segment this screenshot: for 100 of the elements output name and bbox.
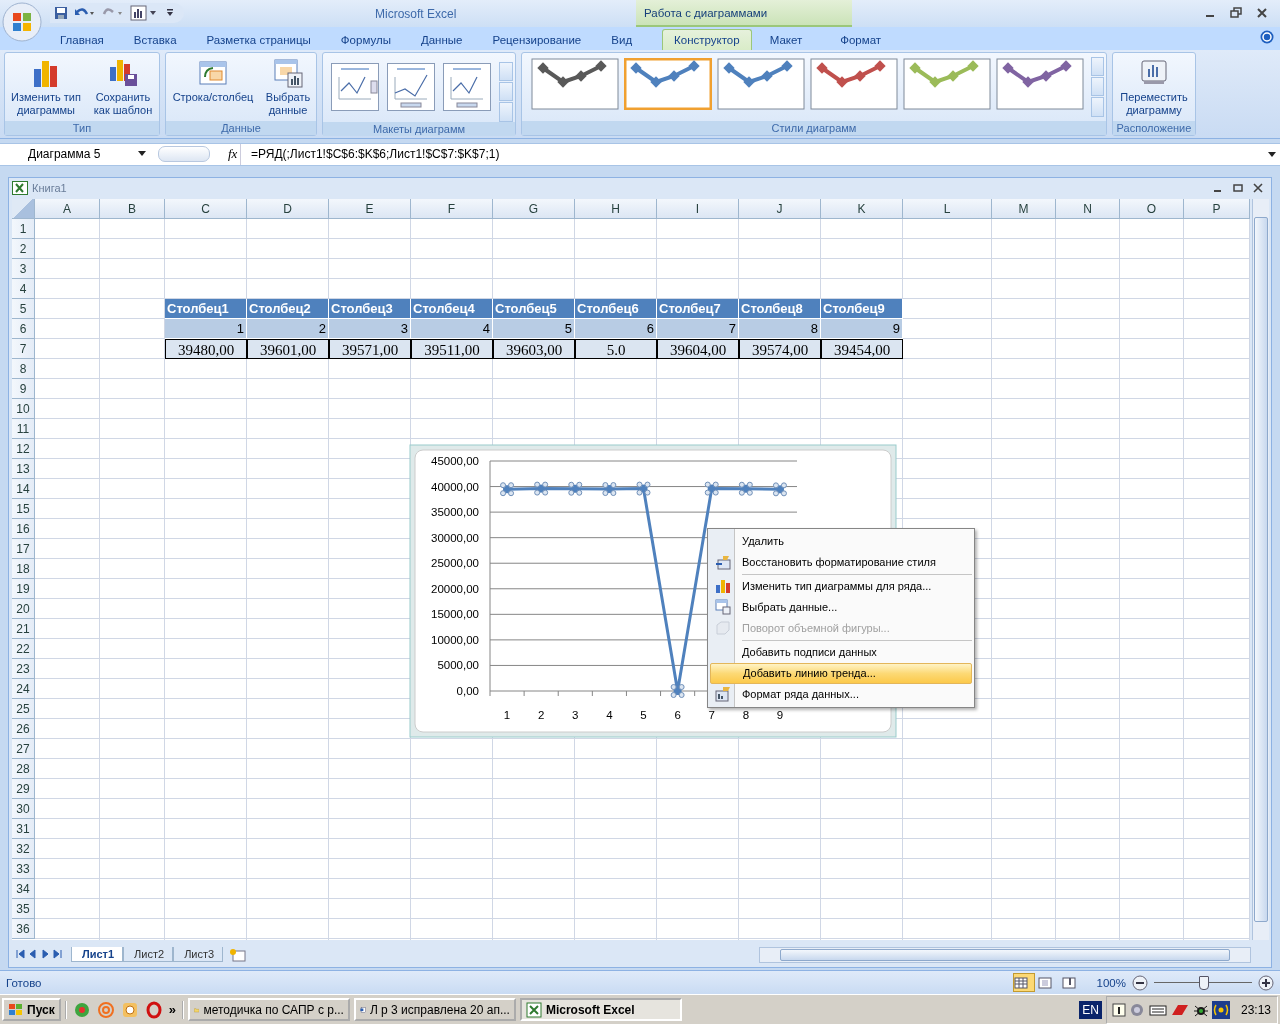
column-header[interactable]: C [165,198,247,219]
row-header[interactable]: 14 [12,478,35,499]
column-header[interactable]: N [1056,198,1120,219]
row-header[interactable]: 4 [12,278,35,299]
menu-item[interactable]: Удалить [710,530,972,552]
row-header[interactable]: 27 [12,738,35,759]
row-header[interactable]: 18 [12,558,35,579]
ribbon-button[interactable]: Строка/столбец [168,54,258,106]
column-header[interactable]: H [575,198,657,219]
row-header[interactable]: 1 [12,218,35,239]
row-header[interactable]: 25 [12,698,35,719]
table-header-cell: Столбец9 [821,298,903,319]
row-header[interactable]: 36 [12,918,35,939]
group-label: Данные [166,120,316,135]
menu-item[interactable]: Восстановить форматирование стиля [710,551,972,573]
column-header[interactable]: D [247,198,329,219]
sheet-tab[interactable]: Лист2 [123,947,174,963]
table-cell: 1 [165,318,247,339]
row-header[interactable]: 34 [12,878,35,899]
taskbar-button[interactable]: Microsoft Excel [519,998,682,1022]
ribbon-tab[interactable]: Вид [599,28,645,50]
row-header[interactable]: 9 [12,378,35,399]
ribbon-tab[interactable]: Формат [828,28,894,50]
taskbar-button[interactable]: Л р 3 исправлена 20 ап... [353,998,516,1022]
row-header[interactable]: 21 [12,618,35,639]
y-axis-label: 10000,00 [431,633,479,646]
row-header[interactable]: 24 [12,678,35,699]
row-header[interactable]: 13 [12,458,35,479]
row-header[interactable]: 17 [12,538,35,559]
ribbon-button[interactable]: Переместить диаграмму [1115,54,1193,119]
row-header[interactable]: 33 [12,858,35,879]
row-header[interactable]: 16 [12,518,35,539]
column-header[interactable]: B [100,198,165,219]
row-header[interactable]: 12 [12,438,35,459]
row-header[interactable]: 20 [12,598,35,619]
row-header[interactable]: 30 [12,798,35,819]
row-header[interactable]: 26 [12,718,35,739]
insert-function-button[interactable]: fx [228,146,238,163]
ribbon-tab[interactable]: Главная [48,28,116,50]
row-header[interactable]: 28 [12,758,35,779]
row-header[interactable]: 29 [12,778,35,799]
column-header[interactable]: O [1120,198,1184,219]
row-header[interactable]: 23 [12,658,35,679]
column-header[interactable]: L [903,198,992,219]
row-header[interactable]: 6 [12,318,35,339]
group-label: Макеты диаграмм [323,121,515,136]
menu-item[interactable]: Добавить линию тренда... [710,662,972,684]
column-header[interactable]: M [992,198,1056,219]
column-header[interactable]: A [35,198,100,219]
x-axis-label: 7 [708,708,715,721]
y-axis-label: 35000,00 [431,505,479,518]
sheet-tab[interactable]: Лист3 [173,947,224,963]
more-button[interactable]: » [168,1002,176,1018]
group-label: Тип [5,120,159,135]
ribbon-tab[interactable]: Рецензирование [480,28,594,50]
taskbar-button[interactable]: методичка по САПР с р... [187,998,350,1022]
column-header[interactable]: G [493,198,575,219]
language-indicator[interactable]: EN [1079,1000,1102,1019]
row-header[interactable]: 7 [12,338,35,359]
name-box[interactable]: Диаграмма 5 [0,143,152,165]
row-header[interactable]: 22 [12,638,35,659]
row-header[interactable]: 8 [12,358,35,379]
ribbon-tab[interactable]: Вставка [121,28,189,50]
ribbon-button[interactable]: Выбрать данные [262,54,314,119]
zoom-level[interactable]: 100% [1096,976,1126,989]
menu-item[interactable]: Добавить подписи данных [710,641,972,663]
row-header[interactable]: 5 [12,298,35,319]
ribbon-button[interactable]: Изменить тип диаграммы [7,54,85,119]
table-header-cell: Столбец5 [493,298,575,319]
menu-item[interactable]: Формат ряда данных... [710,683,972,705]
ribbon-tab[interactable]: Макет [757,28,815,50]
formula-field[interactable]: =РЯД(;Лист1!$C$6:$K$6;Лист1!$C$7:$K$7;1) [240,143,1266,165]
row-header[interactable]: 19 [12,578,35,599]
column-header[interactable]: J [739,198,821,219]
ribbon-tab[interactable]: Формулы [328,28,403,50]
row-header[interactable]: 3 [12,258,35,279]
column-header[interactable]: P [1184,198,1250,219]
row-header[interactable]: 15 [12,498,35,519]
column-header[interactable]: K [821,198,903,219]
table-cell: 39604,00 [657,338,739,359]
column-header[interactable]: E [329,198,411,219]
ribbon-button[interactable]: Сохранить как шаблон [89,54,157,119]
row-header[interactable]: 10 [12,398,35,419]
context-tab-group: Работа с диаграммами [636,0,852,27]
menu-item[interactable]: Изменить тип диаграммы для ряда... [710,575,972,597]
ribbon-tab[interactable]: Разметка страницы [194,28,323,50]
row-header[interactable]: 35 [12,898,35,919]
y-axis-label: 25000,00 [431,556,479,569]
column-header[interactable]: I [657,198,739,219]
row-header[interactable]: 11 [12,418,35,439]
sheet-tab[interactable]: Лист1 [71,947,124,963]
menu-item[interactable]: Выбрать данные... [710,596,972,618]
column-header[interactable]: F [411,198,493,219]
ribbon-tab[interactable]: Данные [408,28,475,50]
start-button[interactable]: Пуск [2,998,61,1022]
row-header[interactable]: 2 [12,238,35,259]
row-header[interactable]: 32 [12,838,35,859]
ribbon-tab[interactable]: Конструктор [662,28,752,50]
table-cell: 7 [657,318,739,339]
row-header[interactable]: 31 [12,818,35,839]
